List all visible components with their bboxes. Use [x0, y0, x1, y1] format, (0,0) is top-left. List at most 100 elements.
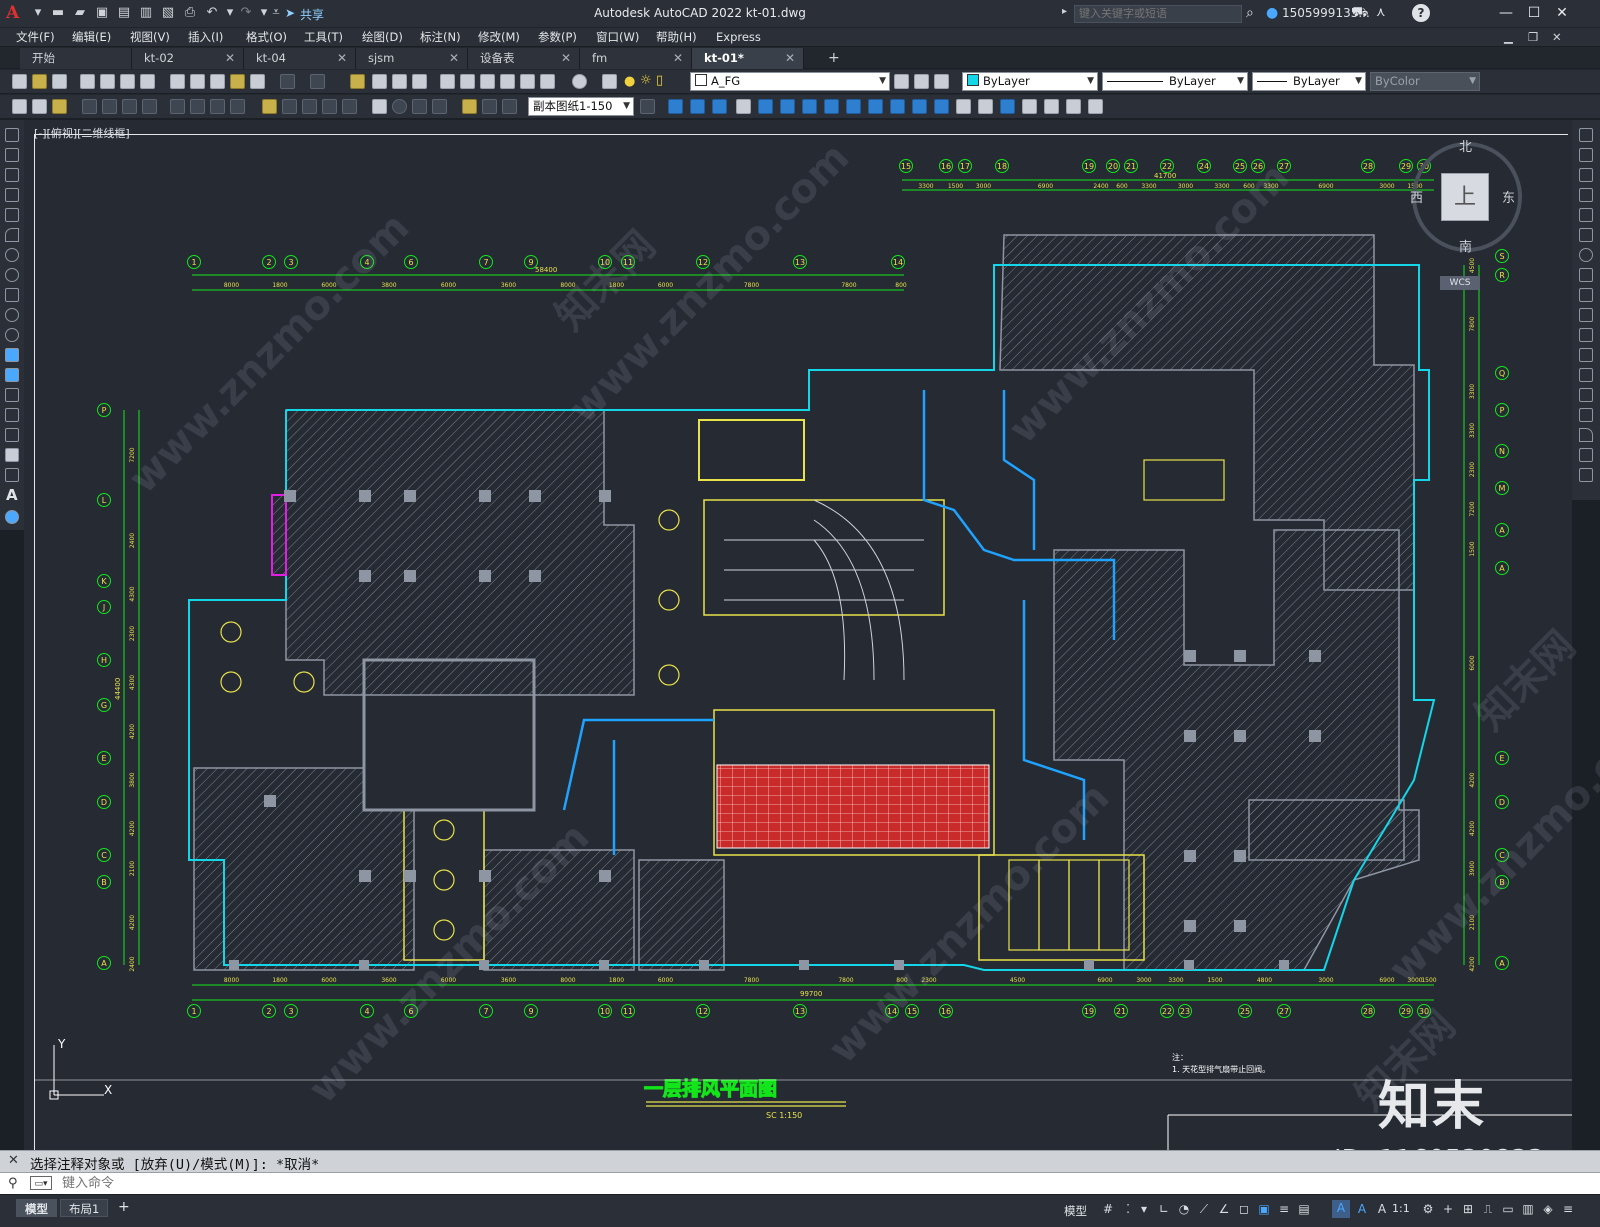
break-at-point-icon[interactable] [1579, 348, 1593, 362]
polygon-tool-icon[interactable] [5, 188, 19, 202]
fillet-icon[interactable] [1579, 428, 1593, 442]
command-customize-icon[interactable]: ⚲ [8, 1176, 18, 1191]
dim-break-icon[interactable] [342, 99, 357, 114]
annotation-plus-icon[interactable]: + [1440, 1201, 1456, 1217]
baseline-dim-icon[interactable] [282, 99, 297, 114]
snap-dropdown-icon[interactable]: ▾ [1136, 1201, 1152, 1217]
layer-thaw-sun-icon[interactable]: ☼ [640, 73, 652, 88]
plotstyle-dropdown[interactable]: ByColor ▼ [1370, 72, 1480, 91]
floor-plan-drawing[interactable]: 1 2 3 4 6 7 9 10 11 12 13 1415 16 17 18 19 20 21 22 24 25 26 2… [24, 120, 1572, 1150]
polyline-tool-icon[interactable] [5, 168, 19, 182]
aligned-dim-icon[interactable] [102, 99, 117, 114]
annotation-scale-dropdown[interactable]: 副本图纸1-150 ▼ [528, 97, 634, 116]
explode-icon[interactable] [1579, 468, 1593, 482]
insert-block-icon[interactable] [5, 348, 19, 362]
color-dropdown[interactable]: ByLayer ▼ [962, 72, 1098, 91]
tab-equipment-table[interactable]: 设备表 ✕ [468, 48, 580, 69]
make-current-layer-icon[interactable] [894, 74, 909, 89]
render-3-icon[interactable] [1044, 99, 1059, 114]
menu-help[interactable]: 帮助(H) [656, 29, 697, 45]
annotation-scale-status[interactable]: 1:1 [1392, 1202, 1410, 1215]
layer-dropdown[interactable]: A_FG ▼ [690, 72, 890, 91]
view-tool-7-icon[interactable] [802, 99, 817, 114]
tab-sjsm[interactable]: sjsm ✕ [356, 48, 468, 69]
move-icon[interactable] [1579, 228, 1593, 242]
selection-cycling-icon[interactable]: ▣ [1256, 1201, 1272, 1217]
menu-format[interactable]: 格式(O) [246, 29, 287, 45]
help-toolbar-icon[interactable] [572, 74, 587, 89]
center-mark-icon[interactable] [392, 99, 407, 114]
dim-space-icon[interactable] [322, 99, 337, 114]
tab-close-icon[interactable]: ✕ [225, 48, 235, 69]
sheet-set-icon[interactable] [500, 74, 515, 89]
wcs-menu[interactable]: WCS [1440, 276, 1480, 290]
customize-status-icon[interactable]: ≡ [1560, 1201, 1576, 1217]
lineweight-dropdown[interactable]: ByLayer ▼ [1252, 72, 1366, 91]
visual-style-1-icon[interactable] [912, 99, 927, 114]
visual-style-4-icon[interactable] [978, 99, 993, 114]
design-center-icon[interactable] [460, 74, 475, 89]
undo-toolbar-icon[interactable] [280, 74, 295, 89]
qnew-icon[interactable] [12, 74, 27, 89]
autodesk-app-icon[interactable]: ⋏ [1376, 5, 1386, 20]
layer-properties-icon[interactable] [602, 74, 617, 89]
doc-restore-icon[interactable]: ❐ [1528, 29, 1538, 45]
doc-minimize-icon[interactable]: ▁ [1504, 29, 1513, 45]
viewcube-north-label[interactable]: 北 [1459, 136, 1472, 155]
diameter-dim-icon[interactable] [210, 99, 225, 114]
visual-style-3-icon[interactable] [956, 99, 971, 114]
annotation-visibility-icon[interactable]: A [1332, 1200, 1350, 1218]
hardware-accel-icon[interactable]: ▥ [1520, 1201, 1536, 1217]
mirror-icon[interactable] [1579, 168, 1593, 182]
clean-screen-icon[interactable]: ▭ [1500, 1201, 1516, 1217]
view-tool-2-icon[interactable] [690, 99, 705, 114]
arc-tool-icon[interactable] [5, 228, 19, 242]
trim-icon[interactable] [1579, 308, 1593, 322]
view-tool-10-icon[interactable] [868, 99, 883, 114]
layer-previous-icon[interactable] [914, 74, 929, 89]
dim-style-icon[interactable] [640, 99, 655, 114]
break-icon[interactable] [1579, 368, 1593, 382]
menu-parametric[interactable]: 参数(P) [538, 29, 577, 45]
tab-fm[interactable]: fm ✕ [580, 48, 692, 69]
view-tool-8-icon[interactable] [824, 99, 839, 114]
viewcube-west-label[interactable]: 西 [1410, 187, 1423, 206]
block-editor-icon[interactable] [250, 74, 265, 89]
tool-icon-b[interactable] [32, 99, 47, 114]
menu-window[interactable]: 窗口(W) [596, 29, 639, 45]
jogged-linear-icon[interactable] [432, 99, 447, 114]
help-icon[interactable]: ? [1412, 4, 1430, 22]
annotation-monitor-icon[interactable]: A [1374, 1201, 1390, 1217]
polar-icon[interactable]: ◔ [1176, 1201, 1192, 1217]
transparency-icon[interactable]: ▤ [1296, 1201, 1312, 1217]
menu-edit[interactable]: 编辑(E) [72, 29, 111, 45]
region-tool-icon[interactable] [5, 448, 19, 462]
continue-dim-icon[interactable] [302, 99, 317, 114]
inspect-icon[interactable] [412, 99, 427, 114]
add-layout-button[interactable]: + [118, 1199, 130, 1215]
viewcube[interactable]: 上 北 东 西 南 [1410, 140, 1522, 255]
isodraft-icon[interactable]: ⟋ [1196, 1201, 1212, 1217]
scale-icon[interactable] [1579, 268, 1593, 282]
menu-file[interactable]: 文件(F) [16, 29, 55, 45]
markup-icon[interactable] [520, 74, 535, 89]
spline-tool-icon[interactable] [5, 288, 19, 302]
lineweight-icon[interactable]: ≡ [1276, 1201, 1292, 1217]
preview-icon[interactable] [100, 74, 115, 89]
close-window-button[interactable]: ✕ [1552, 4, 1572, 22]
add-selected-icon[interactable] [5, 510, 19, 524]
tab-kt-02[interactable]: kt-02 ✕ [132, 48, 244, 69]
dim-update-icon[interactable] [502, 99, 517, 114]
rotate-icon[interactable] [1579, 248, 1593, 262]
tool-icon-c[interactable] [52, 99, 67, 114]
tab-layout1[interactable]: 布局1 [60, 1199, 109, 1217]
stretch-icon[interactable] [1579, 288, 1593, 302]
view-tool-5-icon[interactable] [758, 99, 773, 114]
search-icon[interactable]: ⌕ [1246, 5, 1254, 21]
new-tab-button[interactable]: + [828, 50, 840, 66]
close-command-icon[interactable]: ✕ [8, 1153, 19, 1168]
quickcalc-icon[interactable] [540, 74, 555, 89]
dim-text-edit-icon[interactable] [482, 99, 497, 114]
tool-palettes-icon[interactable] [480, 74, 495, 89]
tab-model[interactable]: 模型 [16, 1199, 57, 1217]
